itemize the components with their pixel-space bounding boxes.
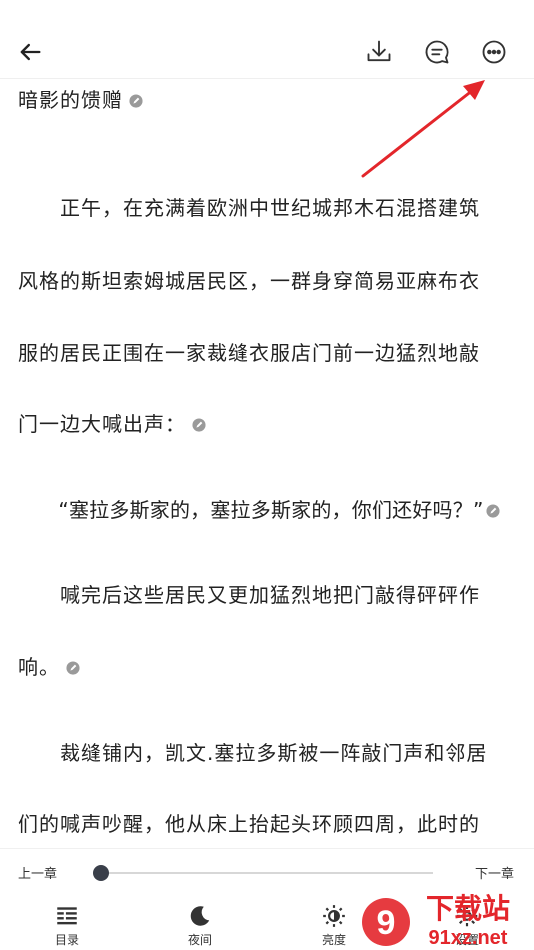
watermark-title: 下载站	[426, 892, 510, 925]
edit-note-icon[interactable]	[192, 418, 206, 432]
prev-chapter-button[interactable]: 上一章	[18, 863, 57, 882]
text-line: 们的喊声吵醒，他从床上抬起头环顾四周，此时的	[18, 812, 480, 836]
text-line: 风格的斯坦索姆城居民区，一群身穿简易亚麻布衣	[18, 269, 480, 293]
progress-slider[interactable]	[93, 865, 433, 881]
text-line: 裁缝铺内，凯文.塞拉多斯被一阵敲门声和邻居	[18, 741, 488, 765]
text-line: 服的居民正围在一家裁缝衣服店门前一边猛烈地敲	[18, 341, 480, 365]
text-line: 响。	[18, 651, 80, 680]
top-bar	[0, 0, 534, 79]
tab-label: 夜间	[187, 933, 212, 947]
download-button[interactable]	[359, 32, 399, 72]
more-button[interactable]	[474, 32, 514, 72]
more-icon	[482, 40, 506, 64]
next-chapter-button[interactable]: 下一章	[475, 863, 514, 882]
watermark-site: 91xz.net	[429, 927, 508, 949]
edit-note-icon[interactable]	[485, 504, 500, 518]
tab-night[interactable]: 夜间	[155, 893, 245, 950]
watermark-mark: 9	[377, 904, 396, 942]
site-watermark: 9 下载站 91xz.net	[362, 892, 510, 949]
comment-button[interactable]	[417, 32, 457, 72]
comment-icon	[425, 40, 449, 64]
moon-icon	[190, 906, 210, 926]
download-icon	[367, 40, 391, 62]
progress-knob[interactable]	[93, 865, 110, 881]
reading-content: 暗影的馈赠 正午，在充满着欧洲中世纪城邦木石混搭建筑 风格的斯坦索姆城居民区，一…	[0, 78, 534, 848]
edit-note-icon[interactable]	[66, 661, 80, 675]
text-line: 门一边大喊出声：	[18, 408, 206, 437]
tab-label: 目录	[54, 933, 79, 947]
text-line: “塞拉多斯家的，塞拉多斯家的，你们还好吗？”	[18, 494, 500, 523]
back-arrow-icon	[20, 43, 41, 61]
text-line: 喊完后这些居民又更加猛烈地把门敲得砰砰作	[18, 583, 480, 607]
tab-catalog[interactable]: 目录	[22, 893, 112, 950]
text-line: 正午，在充满着欧洲中世纪城邦木石混搭建筑	[18, 196, 480, 220]
brightness-icon	[323, 905, 345, 927]
edit-note-icon[interactable]	[129, 94, 143, 108]
back-button[interactable]	[10, 32, 50, 72]
chapter-title: 暗影的馈赠	[18, 84, 143, 113]
catalog-icon	[57, 907, 77, 925]
